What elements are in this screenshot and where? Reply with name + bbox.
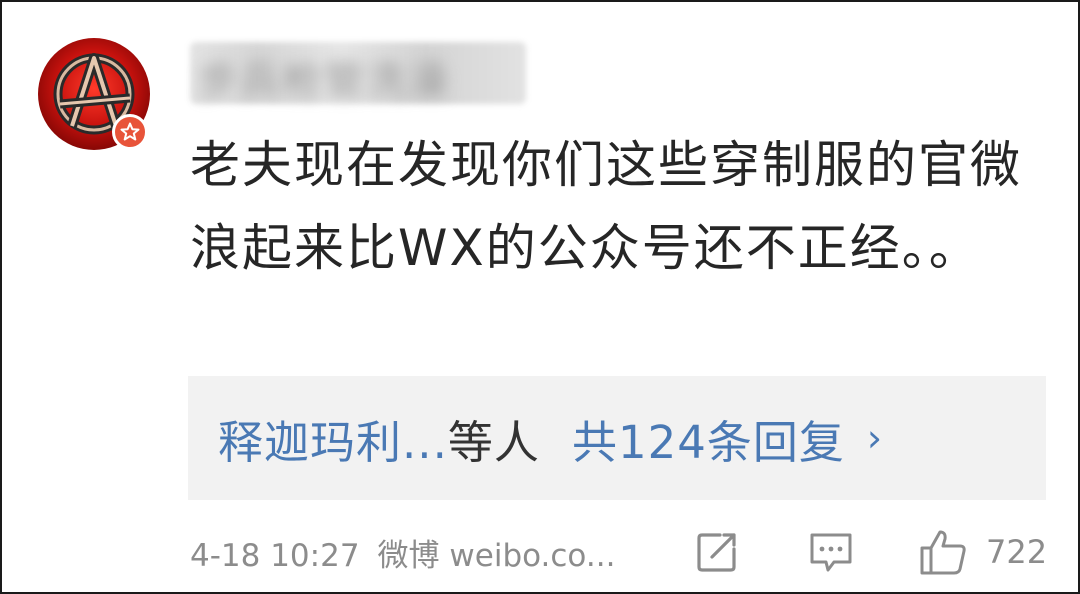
share-icon [697, 533, 736, 572]
like-button[interactable]: 722 [918, 528, 1047, 576]
chevron-right-icon: › [866, 416, 884, 460]
post-meta: 4-18 10:27 微博 weibo.co... [190, 530, 633, 575]
reply-users-suffix: 等人 [447, 415, 540, 469]
thumbs-up-icon [920, 530, 966, 575]
username[interactable]: 步兵枪管洗澡 [198, 48, 450, 106]
verified-badge-icon [112, 114, 148, 150]
comment-icon [810, 533, 852, 572]
share-button[interactable] [694, 528, 740, 576]
like-count: 722 [986, 533, 1048, 571]
source-label[interactable]: 微博 weibo.co... [378, 538, 616, 574]
replies-box[interactable]: 释迦玛利... 等人 共124条回复 › [188, 376, 1046, 500]
replies-summary[interactable]: 释迦玛利... 等人 共124条回复 › [218, 376, 883, 500]
reply-users-link[interactable]: 释迦玛利... [218, 406, 448, 471]
reply-count-link[interactable]: 共124条回复 [572, 406, 845, 471]
timestamp: 4-18 10:27 [190, 538, 360, 574]
comment-button[interactable] [808, 528, 854, 576]
comment-text: 老夫现在发现你们这些穿制服的官微浪起来比WX的公众号还不正经。。 [190, 136, 1022, 277]
